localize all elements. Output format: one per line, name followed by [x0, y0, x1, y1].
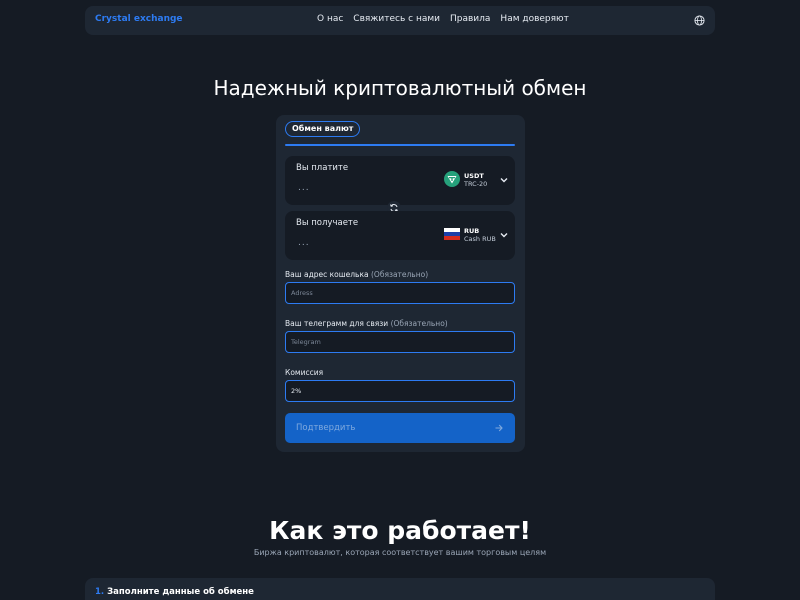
pay-box: Вы платите ... USDT TRC-20	[285, 156, 515, 205]
receive-box: Вы получаете ... RUB Cash RUB	[285, 211, 515, 260]
main-nav: О нас Свяжитесь с нами Правила Нам довер…	[317, 14, 569, 24]
telegram-input[interactable]	[285, 331, 515, 353]
telegram-label: Ваш телеграмм для связи (Обязательно)	[285, 319, 448, 328]
russia-flag-icon	[444, 228, 460, 240]
commission-label: Комиссия	[285, 368, 324, 377]
step-1-title: 1. Заполните данные об обмене	[95, 587, 254, 597]
brand-logo[interactable]: Crystal exchange	[95, 14, 183, 24]
chevron-down-icon[interactable]	[500, 232, 508, 238]
top-navbar: Crystal exchange О нас Свяжитесь с нами …	[85, 6, 715, 35]
how-it-works-title: Как это работает!	[269, 516, 531, 545]
page-title: Надежный криптовалютный обмен	[213, 76, 587, 100]
pay-amount[interactable]: ...	[298, 183, 310, 193]
confirm-button[interactable]: Подтвердить	[285, 413, 515, 443]
nav-link-contact[interactable]: Свяжитесь с нами	[353, 14, 440, 24]
pay-currency-network: TRC-20	[464, 180, 488, 188]
commission-input[interactable]	[285, 380, 515, 402]
tether-icon	[444, 171, 460, 187]
nav-link-rules[interactable]: Правила	[450, 14, 490, 24]
receive-currency-code: RUB	[464, 227, 480, 235]
confirm-button-label: Подтвердить	[296, 423, 356, 433]
arrow-right-icon	[495, 424, 503, 432]
globe-icon[interactable]	[694, 15, 705, 26]
pay-label: Вы платите	[296, 163, 349, 173]
exchange-card: Обмен валют Вы платите ... USDT TRC-20 В…	[276, 115, 525, 452]
receive-currency-network: Cash RUB	[464, 235, 496, 243]
wallet-label: Ваш адрес кошелька (Обязательно)	[285, 270, 429, 279]
nav-link-trust[interactable]: Нам доверяют	[500, 14, 568, 24]
steps-panel: 1. Заполните данные об обмене	[85, 578, 715, 600]
chevron-down-icon[interactable]	[500, 177, 508, 183]
how-it-works-subtitle: Биржа криптовалют, которая соответствует…	[253, 548, 547, 557]
wallet-address-input[interactable]	[285, 282, 515, 304]
receive-amount[interactable]: ...	[298, 238, 310, 248]
nav-link-about[interactable]: О нас	[317, 14, 343, 24]
receive-label: Вы получаете	[296, 218, 359, 228]
tab-underline	[285, 144, 515, 146]
tab-currency-exchange[interactable]: Обмен валют	[285, 121, 361, 137]
pay-currency-code: USDT	[464, 172, 484, 180]
step-number: 1.	[95, 587, 105, 597]
